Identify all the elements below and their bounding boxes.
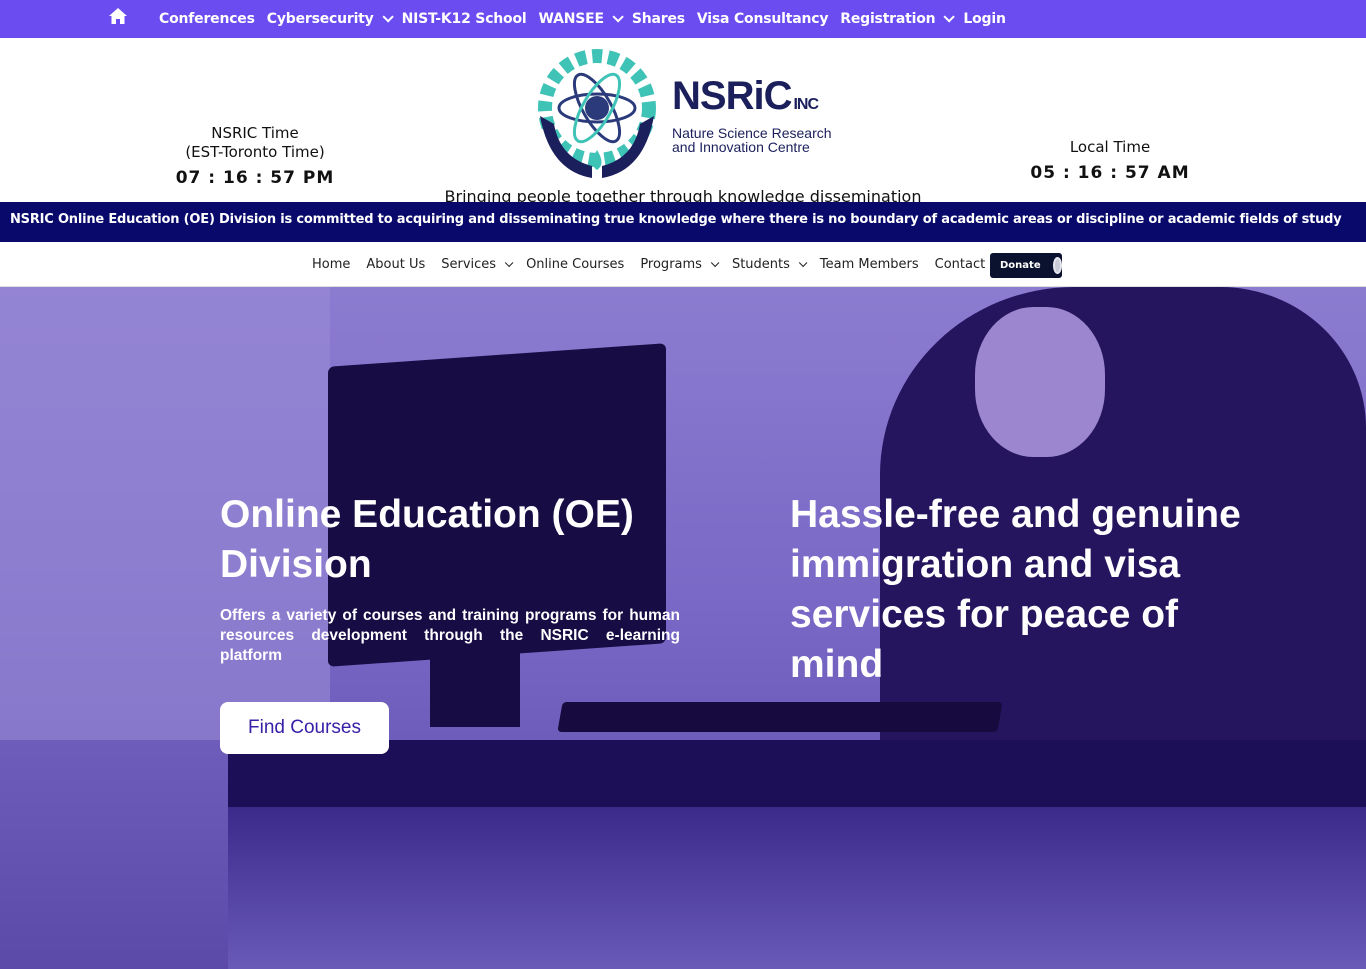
logo-brand: NSRiC INC — [672, 74, 819, 118]
nav-contact[interactable]: Contact — [935, 257, 986, 272]
chevron-down-icon — [943, 11, 956, 23]
top-nav-label: NIST-K12 School — [401, 11, 527, 27]
hero-desk-reflection — [228, 807, 1366, 969]
nav-label: Programs — [640, 257, 702, 272]
chevron-down-icon — [504, 258, 514, 267]
hero-left-content: Online Education (OE) Division Offers a … — [220, 490, 680, 754]
atom-gear-logo-icon — [538, 49, 656, 178]
chevron-down-icon — [382, 11, 394, 23]
top-nav-cybersecurity[interactable]: Cybersecurity — [266, 11, 394, 27]
chevron-down-icon — [798, 258, 808, 267]
local-clock: Local Time 05 : 16 : 57 AM — [1020, 138, 1200, 183]
site-tagline: Bringing people together through knowled… — [444, 187, 922, 202]
top-nav-label: Shares — [631, 11, 685, 27]
announcement-ticker: NSRIC Online Education (OE) Division is … — [0, 202, 1366, 242]
local-clock-title: Local Time — [1069, 138, 1151, 156]
nav-label: Services — [441, 257, 497, 272]
top-nav-label: Visa Consultancy — [696, 11, 829, 27]
nav-label: About Us — [366, 257, 426, 272]
logo-subtitle-2: and Innovation Centre — [672, 139, 810, 155]
local-clock-time: 05 : 16 : 57 AM — [1030, 163, 1190, 183]
hero-right-title: Hassle-free and genuine immigration and … — [790, 493, 1241, 686]
site-header: NSRIC Time (EST-Toronto Time) 07 : 16 : … — [0, 38, 1366, 202]
home-icon[interactable] — [108, 6, 128, 26]
hero-right-content: Hassle-free and genuine immigration and … — [790, 490, 1260, 690]
nav-programs[interactable]: Programs — [640, 257, 720, 272]
hero-banner: Online Education (OE) Division Offers a … — [0, 287, 1366, 969]
hero-left-title: Online Education (OE) Division — [220, 493, 634, 586]
top-nav-nist-k12[interactable]: NIST-K12 School — [402, 11, 527, 27]
nav-label: Students — [731, 257, 790, 272]
site-logo[interactable]: NSRiC INC Nature Science Research and Inn… — [530, 46, 840, 186]
top-nav-label: Registration — [840, 11, 936, 27]
nav-home[interactable]: Home — [312, 257, 350, 272]
nav-services[interactable]: Services — [441, 257, 514, 272]
nav-label: Home — [312, 257, 351, 272]
hero-person-head — [975, 307, 1105, 457]
top-nav: Conferences Cybersecurity NIST-K12 Schoo… — [159, 0, 1006, 38]
top-nav-label: Cybersecurity — [266, 11, 374, 27]
top-nav-registration[interactable]: Registration — [840, 11, 956, 27]
top-nav-label: Conferences — [159, 11, 255, 27]
nsric-clock: NSRIC Time (EST-Toronto Time) 07 : 16 : … — [160, 124, 350, 188]
find-courses-button[interactable]: Find Courses — [220, 702, 389, 754]
ticker-text: NSRIC Online Education (OE) Division is … — [10, 212, 1342, 227]
top-nav-visa-consultancy[interactable]: Visa Consultancy — [696, 11, 829, 27]
donate-label: Donate — [1000, 260, 1041, 271]
chevron-down-icon — [710, 258, 720, 267]
main-nav: Home About Us Services Online Courses Pr… — [0, 242, 1366, 287]
nsric-clock-time: 07 : 16 : 57 PM — [175, 168, 335, 188]
nsric-clock-title: NSRIC Time — [211, 124, 299, 142]
nav-label: Team Members — [819, 257, 919, 272]
top-nav-label: WANSEE — [538, 11, 605, 27]
top-nav-shares[interactable]: Shares — [632, 11, 685, 27]
nav-online-courses[interactable]: Online Courses — [526, 257, 624, 272]
nav-team-members[interactable]: Team Members — [820, 257, 919, 272]
top-nav-label: Login — [963, 11, 1006, 27]
top-nav-conferences[interactable]: Conferences — [159, 11, 255, 27]
donate-button[interactable]: Donate — [990, 253, 1062, 278]
nsric-clock-zone: (EST-Toronto Time) — [185, 143, 325, 161]
chevron-down-icon — [612, 11, 624, 23]
nav-label: Online Courses — [526, 257, 625, 272]
top-nav-login[interactable]: Login — [963, 11, 1006, 27]
bank-icon — [1052, 257, 1062, 274]
hero-left-text: Offers a variety of courses and training… — [220, 607, 680, 664]
top-nav-wansee[interactable]: WANSEE — [538, 11, 624, 27]
nav-about-us[interactable]: About Us — [366, 257, 425, 272]
top-bar: Conferences Cybersecurity NIST-K12 Schoo… — [0, 0, 1366, 38]
nav-label: Contact — [934, 257, 986, 272]
nav-students[interactable]: Students — [731, 257, 808, 272]
